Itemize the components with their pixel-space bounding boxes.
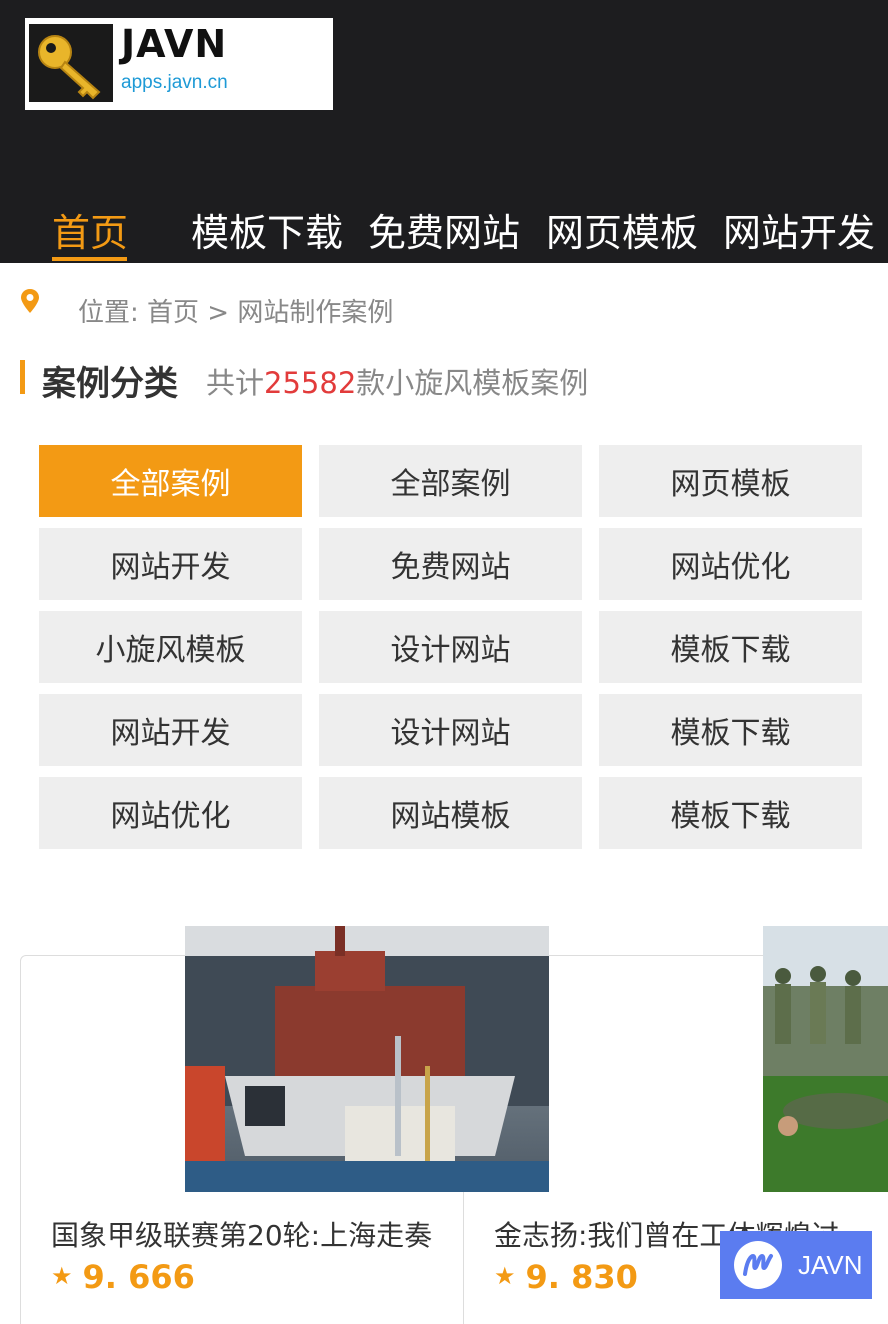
site-logo[interactable]: JAVN apps.javn.cn [25, 18, 333, 110]
category-xiaoxuanfeng-template[interactable]: 小旋风模板 [39, 611, 302, 683]
nav-item-web-template[interactable]: 网页模板 [546, 202, 698, 257]
category-template-download[interactable]: 模板下载 [599, 694, 862, 766]
category-design-site[interactable]: 设计网站 [319, 611, 582, 683]
logo-url: apps.javn.cn [121, 72, 228, 93]
section-sub-prefix: 共计 [206, 366, 265, 400]
rating-value: 9. 830 [525, 1258, 638, 1296]
category-template-download[interactable]: 模板下载 [599, 777, 862, 849]
star-icon: ★ [51, 1262, 73, 1290]
category-site-seo[interactable]: 网站优化 [599, 528, 862, 600]
category-grid: 全部案例 全部案例 网页模板 网站开发 免费网站 网站优化 小旋风模板 设计网站… [39, 445, 862, 849]
category-site-dev[interactable]: 网站开发 [39, 694, 302, 766]
brand-badge-icon [734, 1241, 782, 1289]
category-free-site[interactable]: 免费网站 [319, 528, 582, 600]
category-site-template[interactable]: 网站模板 [319, 777, 582, 849]
case-thumbnail-soldiers[interactable] [763, 926, 888, 1192]
location-pin-icon [21, 289, 39, 313]
category-design-site[interactable]: 设计网站 [319, 694, 582, 766]
category-site-seo[interactable]: 网站优化 [39, 777, 302, 849]
case-card-title[interactable]: 国象甲级联赛第20轮:上海走奏 [51, 1214, 432, 1254]
case-card-rating: ★ 9. 666 [51, 1258, 195, 1296]
category-web-template[interactable]: 网页模板 [599, 445, 862, 517]
section-title-marker [20, 360, 25, 394]
nav-item-home[interactable]: 首页 [52, 202, 128, 257]
category-site-dev[interactable]: 网站开发 [39, 528, 302, 600]
rating-value: 9. 666 [82, 1258, 195, 1296]
logo-name: JAVN [121, 22, 228, 66]
nav-item-template-download[interactable]: 模板下载 [191, 202, 343, 257]
category-all-active[interactable]: 全部案例 [39, 445, 302, 517]
section-title: 案例分类 [42, 364, 178, 404]
badge-label: JAVN [798, 1249, 863, 1280]
category-all[interactable]: 全部案例 [319, 445, 582, 517]
floating-brand-badge[interactable]: JAVN [720, 1231, 872, 1299]
case-thumbnail-ship[interactable] [185, 926, 549, 1192]
nav-item-free-site[interactable]: 免费网站 [368, 202, 520, 257]
case-count: 25582 [264, 366, 357, 400]
key-icon [29, 24, 113, 102]
category-template-download[interactable]: 模板下载 [599, 611, 862, 683]
section-subtitle: 共计25582款小旋风模板案例 [206, 360, 588, 402]
star-icon: ★ [494, 1262, 516, 1290]
nav-item-site-dev[interactable]: 网站开发 [723, 202, 875, 257]
site-header: JAVN apps.javn.cn 首页 模板下载 免费网站 网页模板 网站开发 [0, 0, 888, 263]
main-nav: 首页 模板下载 免费网站 网页模板 网站开发 [0, 190, 888, 263]
breadcrumb: 位置: 首页 > 网站制作案例 [78, 298, 394, 328]
case-card-rating: ★ 9. 830 [494, 1258, 638, 1296]
section-sub-suffix: 款小旋风模板案例 [356, 366, 589, 400]
nav-active-indicator [52, 257, 127, 261]
